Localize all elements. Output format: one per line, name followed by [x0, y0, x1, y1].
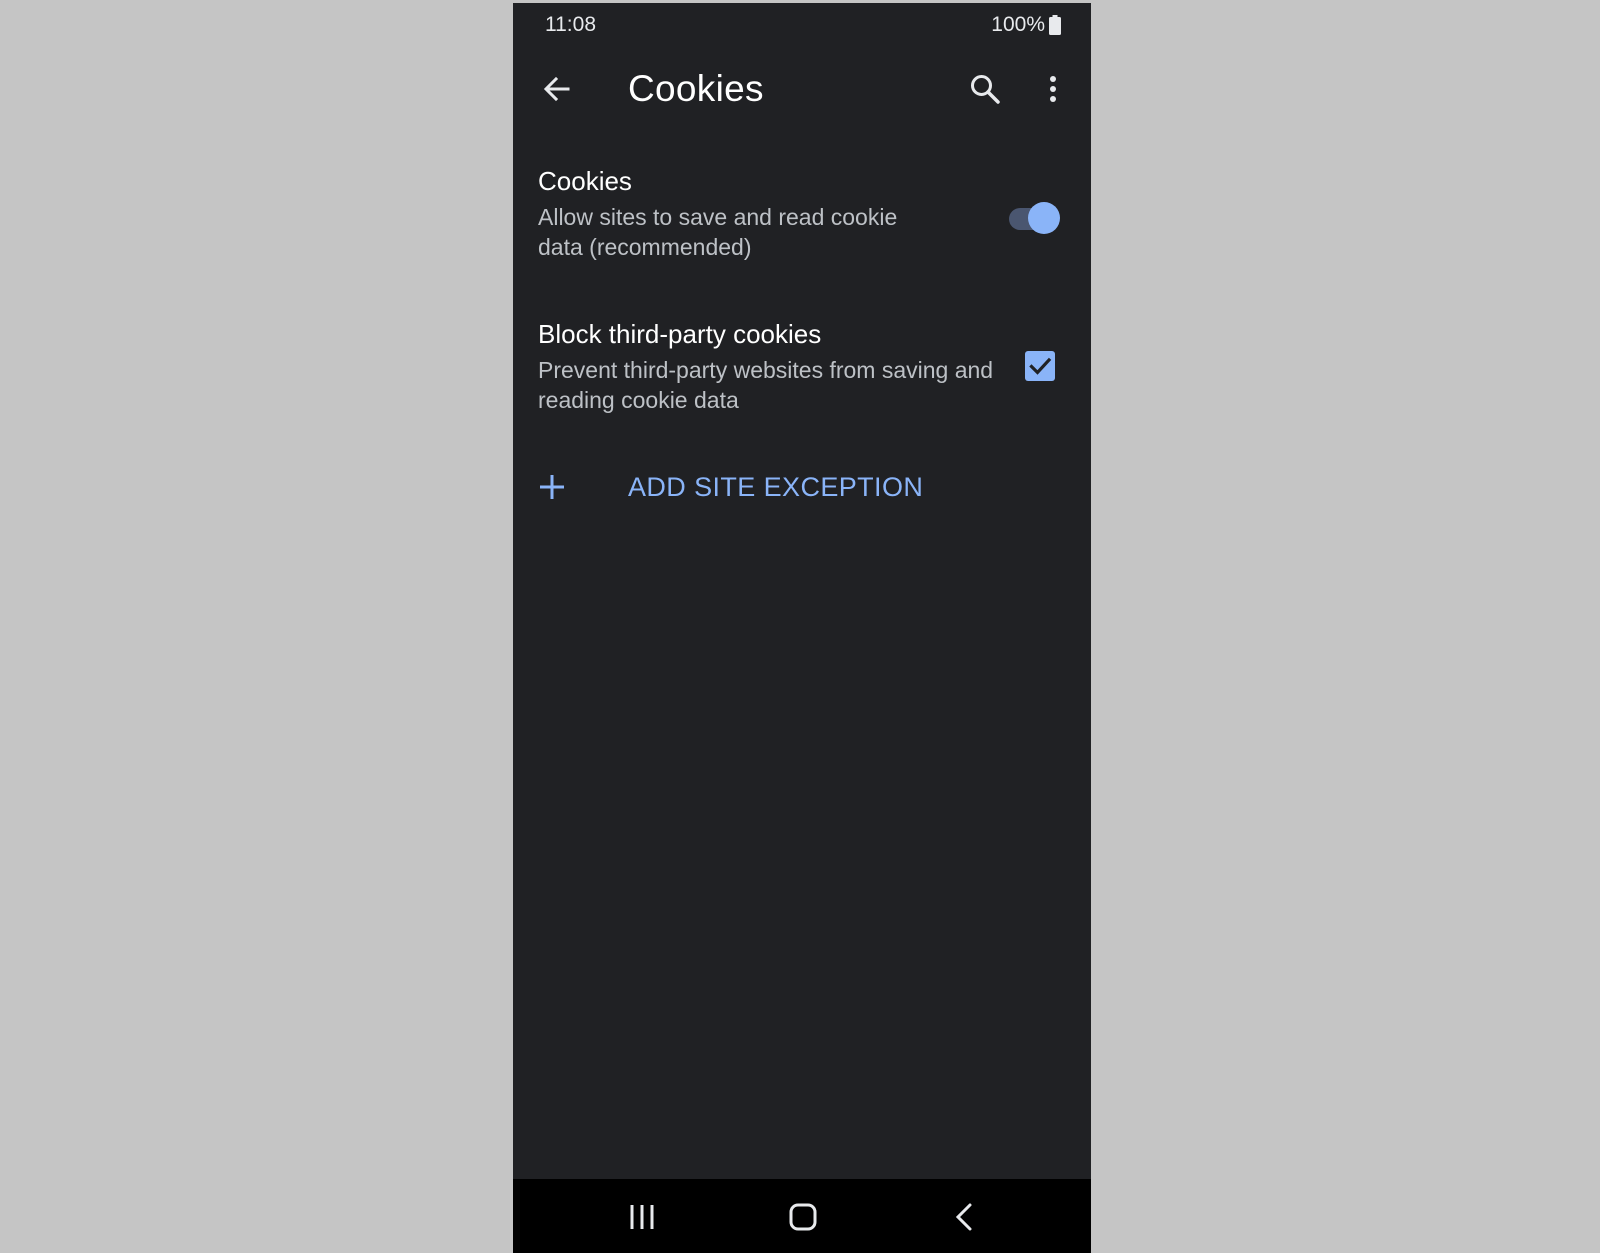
page-title: Cookies — [628, 68, 764, 109]
block-third-party-row[interactable]: Block third-party cookies Prevent third-… — [513, 311, 1091, 431]
block-third-party-title: Block third-party cookies — [538, 319, 822, 349]
cookies-setting-title: Cookies — [538, 166, 632, 196]
plus-icon — [537, 472, 567, 502]
more-vert-icon[interactable] — [1035, 71, 1071, 107]
status-bar: 11:08 100% — [513, 3, 1091, 47]
home-icon[interactable] — [783, 1197, 823, 1237]
add-site-exception-button[interactable]: ADD SITE EXCEPTION — [513, 458, 1091, 518]
add-site-exception-label: ADD SITE EXCEPTION — [628, 472, 924, 502]
back-arrow-icon[interactable] — [539, 71, 575, 107]
block-third-party-summary: Prevent third-party websites from saving… — [538, 357, 994, 413]
battery-percent: 100% — [991, 13, 1045, 36]
cookies-setting-row[interactable]: Cookies Allow sites to save and read coo… — [513, 158, 1091, 278]
toolbar: Cookies — [513, 47, 1091, 131]
cookies-toggle[interactable] — [1007, 200, 1061, 236]
toggle-thumb — [1028, 202, 1060, 234]
back-icon[interactable] — [945, 1197, 985, 1237]
status-right: 100% — [991, 13, 1061, 37]
phone-screen: 11:08 100% Cookies Cookies Allow sites t… — [513, 3, 1091, 1253]
recents-icon[interactable] — [622, 1197, 662, 1237]
search-icon[interactable] — [967, 71, 1003, 107]
navigation-bar — [513, 1179, 1091, 1253]
status-time: 11:08 — [545, 13, 596, 36]
block-third-party-checkbox[interactable] — [1025, 351, 1055, 381]
battery-icon — [1049, 15, 1061, 35]
check-icon — [1029, 357, 1052, 375]
cookies-setting-summary: Allow sites to save and read cookie data… — [538, 204, 898, 260]
